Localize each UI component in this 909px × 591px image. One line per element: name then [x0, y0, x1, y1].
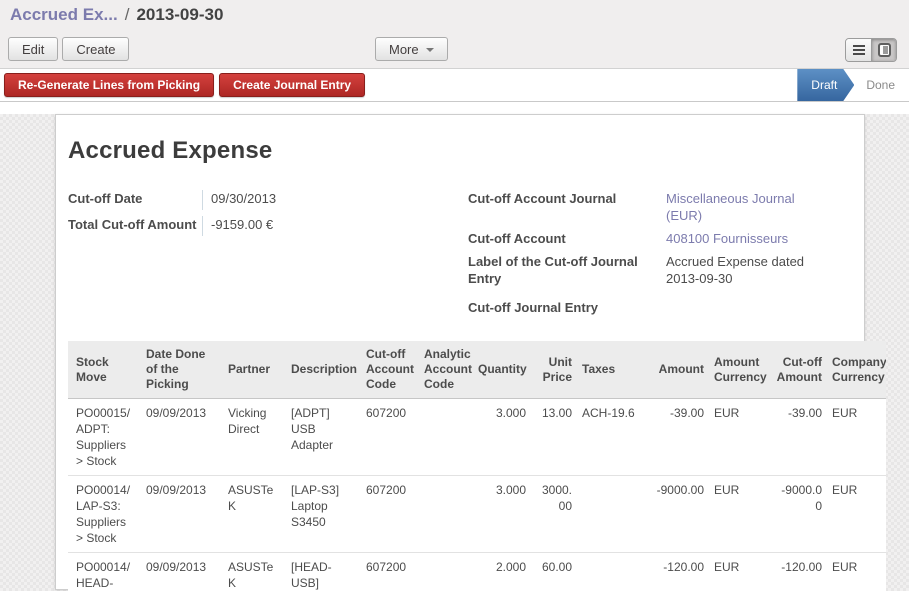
table-cell: [HEAD-USB] Headset USB	[286, 553, 361, 591]
table-cell: -120.00	[771, 553, 827, 591]
breadcrumb-separator: /	[125, 5, 130, 25]
cutoff-date-value: 09/30/2013	[202, 190, 276, 210]
field-group-left: Cut-off Date 09/30/2013 Total Cut-off Am…	[68, 187, 468, 319]
page-title: Accrued Expense	[68, 137, 864, 165]
total-cutoff-amount-label: Total Cut-off Amount	[68, 216, 202, 236]
create-button[interactable]: Create	[62, 37, 129, 61]
column-header[interactable]: Amount	[651, 341, 709, 399]
more-button-label: More	[389, 42, 419, 57]
table-cell: 09/09/2013	[141, 399, 223, 476]
table-cell: EUR	[827, 399, 886, 476]
toolbar: Edit Create More	[0, 30, 909, 69]
table-cell: PO00014/HEAD-USB: Suppliers > Stock	[68, 553, 141, 591]
lines-table-wrap: Stock MoveDate Done of the PickingPartne…	[68, 341, 886, 591]
table-cell: -39.00	[651, 399, 709, 476]
table-cell	[419, 399, 473, 476]
table-cell: 607200	[361, 553, 419, 591]
table-cell: [ADPT] USB Adapter	[286, 399, 361, 476]
table-cell	[419, 476, 473, 553]
breadcrumb: Accrued Ex... / 2013-09-30	[0, 0, 909, 30]
table-cell: 607200	[361, 399, 419, 476]
table-cell: -9000.00	[771, 476, 827, 553]
table-cell: EUR	[709, 553, 771, 591]
status-state-draft[interactable]: Draft	[797, 69, 854, 101]
cutoff-account-value[interactable]: 408100 Fournisseurs	[666, 230, 788, 247]
table-cell: Vicking Direct	[223, 399, 286, 476]
table-cell: -39.00	[771, 399, 827, 476]
column-header[interactable]: Date Done of the Picking	[141, 341, 223, 399]
table-cell: -9000.00	[651, 476, 709, 553]
edit-button[interactable]: Edit	[8, 37, 58, 61]
table-cell	[419, 553, 473, 591]
view-switcher	[845, 38, 897, 62]
breadcrumb-current: 2013-09-30	[136, 5, 223, 25]
table-cell: PO00015/ADPT: Suppliers > Stock	[68, 399, 141, 476]
table-cell: ASUSTeK	[223, 553, 286, 591]
form-icon	[878, 43, 891, 57]
table-cell: 2.000	[473, 553, 531, 591]
cutoff-date-label: Cut-off Date	[68, 190, 202, 210]
table-cell: [LAP-S3] Laptop S3450	[286, 476, 361, 553]
cutoff-account-journal-value[interactable]: Miscellaneous Journal (EUR)	[666, 190, 816, 224]
table-cell	[577, 553, 651, 591]
column-header[interactable]: Cut-off Amount	[771, 341, 827, 399]
column-header[interactable]: Partner	[223, 341, 286, 399]
column-header[interactable]: Quantity	[473, 341, 531, 399]
regenerate-lines-button[interactable]: Re-Generate Lines from Picking	[4, 73, 214, 97]
table-cell: 607200	[361, 476, 419, 553]
form-sheet: Accrued Expense Cut-off Date 09/30/2013 …	[55, 114, 865, 590]
field-group-right: Cut-off Account Journal Miscellaneous Jo…	[468, 187, 864, 319]
column-header[interactable]: Company Currency	[827, 341, 886, 399]
column-header[interactable]: Unit Price	[531, 341, 577, 399]
table-cell: 13.00	[531, 399, 577, 476]
table-header-row: Stock MoveDate Done of the PickingPartne…	[68, 341, 886, 399]
chevron-down-icon	[426, 48, 434, 52]
statusbar: Draft Done	[797, 69, 909, 101]
journal-entry-label-value: Accrued Expense dated 2013-09-30	[666, 253, 816, 287]
table-cell: PO00014/LAP-S3: Suppliers > Stock	[68, 476, 141, 553]
column-header[interactable]: Stock Move	[68, 341, 141, 399]
table-cell: EUR	[827, 553, 886, 591]
column-header[interactable]: Description	[286, 341, 361, 399]
table-cell: 60.00	[531, 553, 577, 591]
cutoff-journal-entry-label: Cut-off Journal Entry	[468, 299, 666, 316]
table-cell: 09/09/2013	[141, 476, 223, 553]
table-row[interactable]: PO00014/LAP-S3: Suppliers > Stock09/09/2…	[68, 476, 886, 553]
breadcrumb-parent-link[interactable]: Accrued Ex...	[10, 5, 118, 25]
table-cell: 09/09/2013	[141, 553, 223, 591]
journal-entry-label-label: Label of the Cut-off Journal Entry	[468, 253, 666, 287]
column-header[interactable]: Amount Currency	[709, 341, 771, 399]
form-view-button[interactable]	[871, 39, 896, 61]
column-header[interactable]: Analytic Account Code	[419, 341, 473, 399]
list-view-button[interactable]	[846, 39, 871, 61]
table-cell: EUR	[827, 476, 886, 553]
cutoff-account-journal-label: Cut-off Account Journal	[468, 190, 666, 224]
table-cell: 3000.00	[531, 476, 577, 553]
form-background: Accrued Expense Cut-off Date 09/30/2013 …	[0, 114, 909, 591]
status-state-done[interactable]: Done	[854, 69, 909, 101]
table-cell	[577, 476, 651, 553]
more-button[interactable]: More	[375, 37, 448, 61]
table-cell: ACH-19.6	[577, 399, 651, 476]
cutoff-account-label: Cut-off Account	[468, 230, 666, 247]
table-cell: -120.00	[651, 553, 709, 591]
create-journal-entry-button[interactable]: Create Journal Entry	[219, 73, 365, 97]
table-cell: EUR	[709, 476, 771, 553]
table-row[interactable]: PO00014/HEAD-USB: Suppliers > Stock09/09…	[68, 553, 886, 591]
action-bar: Re-Generate Lines from Picking Create Jo…	[0, 69, 909, 102]
column-header[interactable]: Cut-off Account Code	[361, 341, 419, 399]
table-cell: ASUSTeK	[223, 476, 286, 553]
table-row[interactable]: PO00015/ADPT: Suppliers > Stock09/09/201…	[68, 399, 886, 476]
total-cutoff-amount-value: -9159.00 €	[202, 216, 273, 236]
table-cell: 3.000	[473, 476, 531, 553]
list-icon	[853, 45, 865, 55]
table-cell: EUR	[709, 399, 771, 476]
lines-table: Stock MoveDate Done of the PickingPartne…	[68, 341, 886, 591]
table-cell: 3.000	[473, 399, 531, 476]
column-header[interactable]: Taxes	[577, 341, 651, 399]
